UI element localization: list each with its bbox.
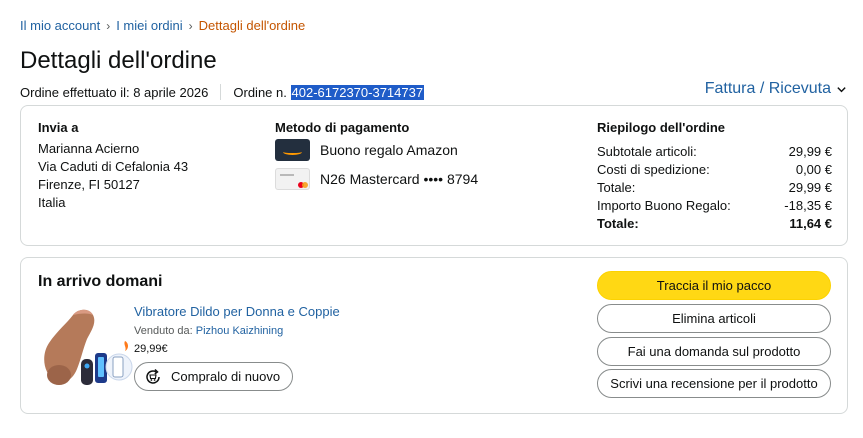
payment-method-label: Buono regalo Amazon	[320, 142, 458, 158]
breadcrumb-separator: ›	[106, 18, 111, 33]
summary-value: 29,99 €	[788, 180, 832, 195]
order-number[interactable]: 402-6172370-3714737	[290, 84, 425, 100]
address-line: Marianna Acierno	[38, 141, 140, 156]
sold-by: Venduto da: Pizhou Kaizhining	[134, 325, 283, 337]
summary-label: Totale:	[597, 180, 636, 195]
shipment-card: In arrivo domani Vibratore Dildo per Don…	[20, 257, 848, 414]
breadcrumb-current: Dettagli dell'ordine	[198, 18, 306, 33]
shipment-status: In arrivo domani	[38, 273, 163, 290]
order-date: Ordine effettuato il: 8 aprile 2026	[20, 84, 209, 100]
summary-label: Costi di spedizione:	[597, 162, 710, 177]
summary-row: Subtotale articoli: 29,99 €	[597, 143, 832, 161]
summary-value: 11,64 €	[789, 216, 832, 231]
payment-method: Buono regalo Amazon	[275, 139, 458, 161]
buy-again-icon	[146, 368, 160, 384]
amazon-gift-card-icon	[275, 139, 310, 161]
address-line: Firenze, FI 50127	[38, 177, 140, 192]
payment-method: N26 Mastercard •••• 8794	[275, 168, 478, 190]
meta-divider	[220, 84, 222, 100]
write-review-button[interactable]: Scrivi una recensione per il prodotto	[597, 369, 831, 398]
ask-question-button[interactable]: Fai una domanda sul prodotto	[597, 337, 831, 366]
invoice-label: Fattura / Ricevuta	[704, 80, 831, 97]
order-summary: Subtotale articoli: 29,99 € Costi di sped…	[597, 143, 832, 233]
product-title-link[interactable]: Vibratore Dildo per Donna e Coppie	[134, 304, 340, 319]
shipping-title: Invia a	[38, 120, 79, 135]
breadcrumb-link-account[interactable]: Il mio account	[20, 18, 100, 33]
order-meta: Ordine effettuato il: 8 aprile 2026 Ordi…	[20, 84, 425, 100]
summary-row: Totale: 29,99 €	[597, 179, 832, 197]
payment-method-label: N26 Mastercard •••• 8794	[320, 171, 479, 187]
payment-title: Metodo di pagamento	[275, 120, 410, 135]
sold-by-label: Venduto da:	[134, 325, 196, 337]
breadcrumb: Il mio account › I miei ordini › Dettagl…	[20, 18, 305, 33]
mastercard-icon	[275, 168, 310, 190]
buy-again-button[interactable]: Compralo di nuovo	[134, 362, 294, 391]
summary-value: 29,99 €	[788, 144, 832, 159]
summary-value: -18,35 €	[784, 198, 832, 213]
summary-label: Totale:	[597, 216, 639, 231]
chevron-down-icon	[837, 86, 846, 92]
remove-items-button[interactable]: Elimina articoli	[597, 304, 831, 333]
summary-title: Riepilogo dell'ordine	[597, 120, 726, 135]
invoice-dropdown[interactable]: Fattura / Ricevuta	[705, 80, 847, 98]
buy-again-label: Compralo di nuovo	[171, 369, 281, 384]
product-image[interactable]	[37, 303, 137, 391]
seller-link[interactable]: Pizhou Kaizhining	[196, 325, 283, 337]
shipping-address: Marianna Acierno Via Caduti di Cefalonia…	[38, 140, 188, 212]
address-line: Italia	[38, 195, 66, 210]
breadcrumb-link-orders[interactable]: I miei ordini	[116, 18, 182, 33]
order-info-card: Invia a Marianna Acierno Via Caduti di C…	[20, 105, 848, 246]
summary-label: Importo Buono Regalo:	[597, 198, 731, 213]
summary-total-row: Totale: 11,64 €	[597, 215, 832, 233]
order-number-label: Ordine n.	[233, 84, 287, 100]
summary-label: Subtotale articoli:	[597, 144, 697, 159]
summary-row: Costi di spedizione: 0,00 €	[597, 161, 832, 179]
page-title: Dettagli dell'ordine	[20, 47, 217, 74]
summary-row: Importo Buono Regalo: -18,35 €	[597, 197, 832, 215]
breadcrumb-separator: ›	[188, 18, 193, 33]
track-package-button[interactable]: Traccia il mio pacco	[597, 271, 831, 300]
summary-value: 0,00 €	[795, 162, 832, 177]
product-price: 29,99€	[134, 343, 168, 355]
address-line: Via Caduti di Cefalonia 43	[38, 159, 189, 174]
